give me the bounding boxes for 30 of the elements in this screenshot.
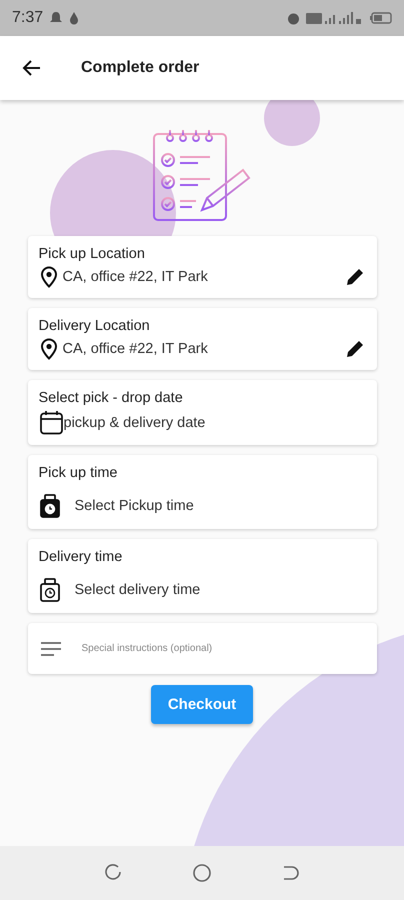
notes-icon xyxy=(40,640,62,656)
home-icon[interactable] xyxy=(192,863,212,883)
instructions-field[interactable]: Special instructions (optional) xyxy=(28,623,376,674)
location-pin-icon xyxy=(38,338,58,360)
address-text: CA, office #22, IT Park xyxy=(62,341,209,357)
notification-icon xyxy=(49,11,64,25)
timer-icon xyxy=(38,494,60,518)
status-time: 7:37 xyxy=(12,9,44,27)
time-card[interactable]: Delivery time Select delivery time xyxy=(28,539,376,613)
address-text: CA, office #22, IT Park xyxy=(62,269,209,285)
instructions-input[interactable]: Special instructions (optional) xyxy=(82,639,364,658)
date-card[interactable]: Select pick - drop date pickup & delivery date xyxy=(28,380,376,445)
time-card[interactable]: Pick up time Select Pickup time xyxy=(28,455,376,529)
field-label: Delivery Location xyxy=(38,318,151,334)
page-title: Complete order xyxy=(81,59,200,77)
field-label: Pick up Location xyxy=(38,246,146,262)
edit-icon[interactable] xyxy=(344,267,364,287)
time-text: Select delivery time xyxy=(74,582,202,598)
field-label: Select pick - drop date xyxy=(38,390,184,406)
drop-icon xyxy=(69,11,80,25)
timer-icon xyxy=(38,578,60,602)
field-label: Pick up time xyxy=(38,465,118,481)
calendar-icon xyxy=(38,410,64,435)
battery-icon xyxy=(370,12,392,24)
edit-icon[interactable] xyxy=(344,339,364,359)
decorative-circle xyxy=(264,100,320,146)
location-pin-icon xyxy=(38,266,58,288)
date-text: pickup & delivery date xyxy=(64,414,206,430)
field-label: Delivery time xyxy=(38,549,124,565)
time-text: Select Pickup time xyxy=(74,498,195,514)
